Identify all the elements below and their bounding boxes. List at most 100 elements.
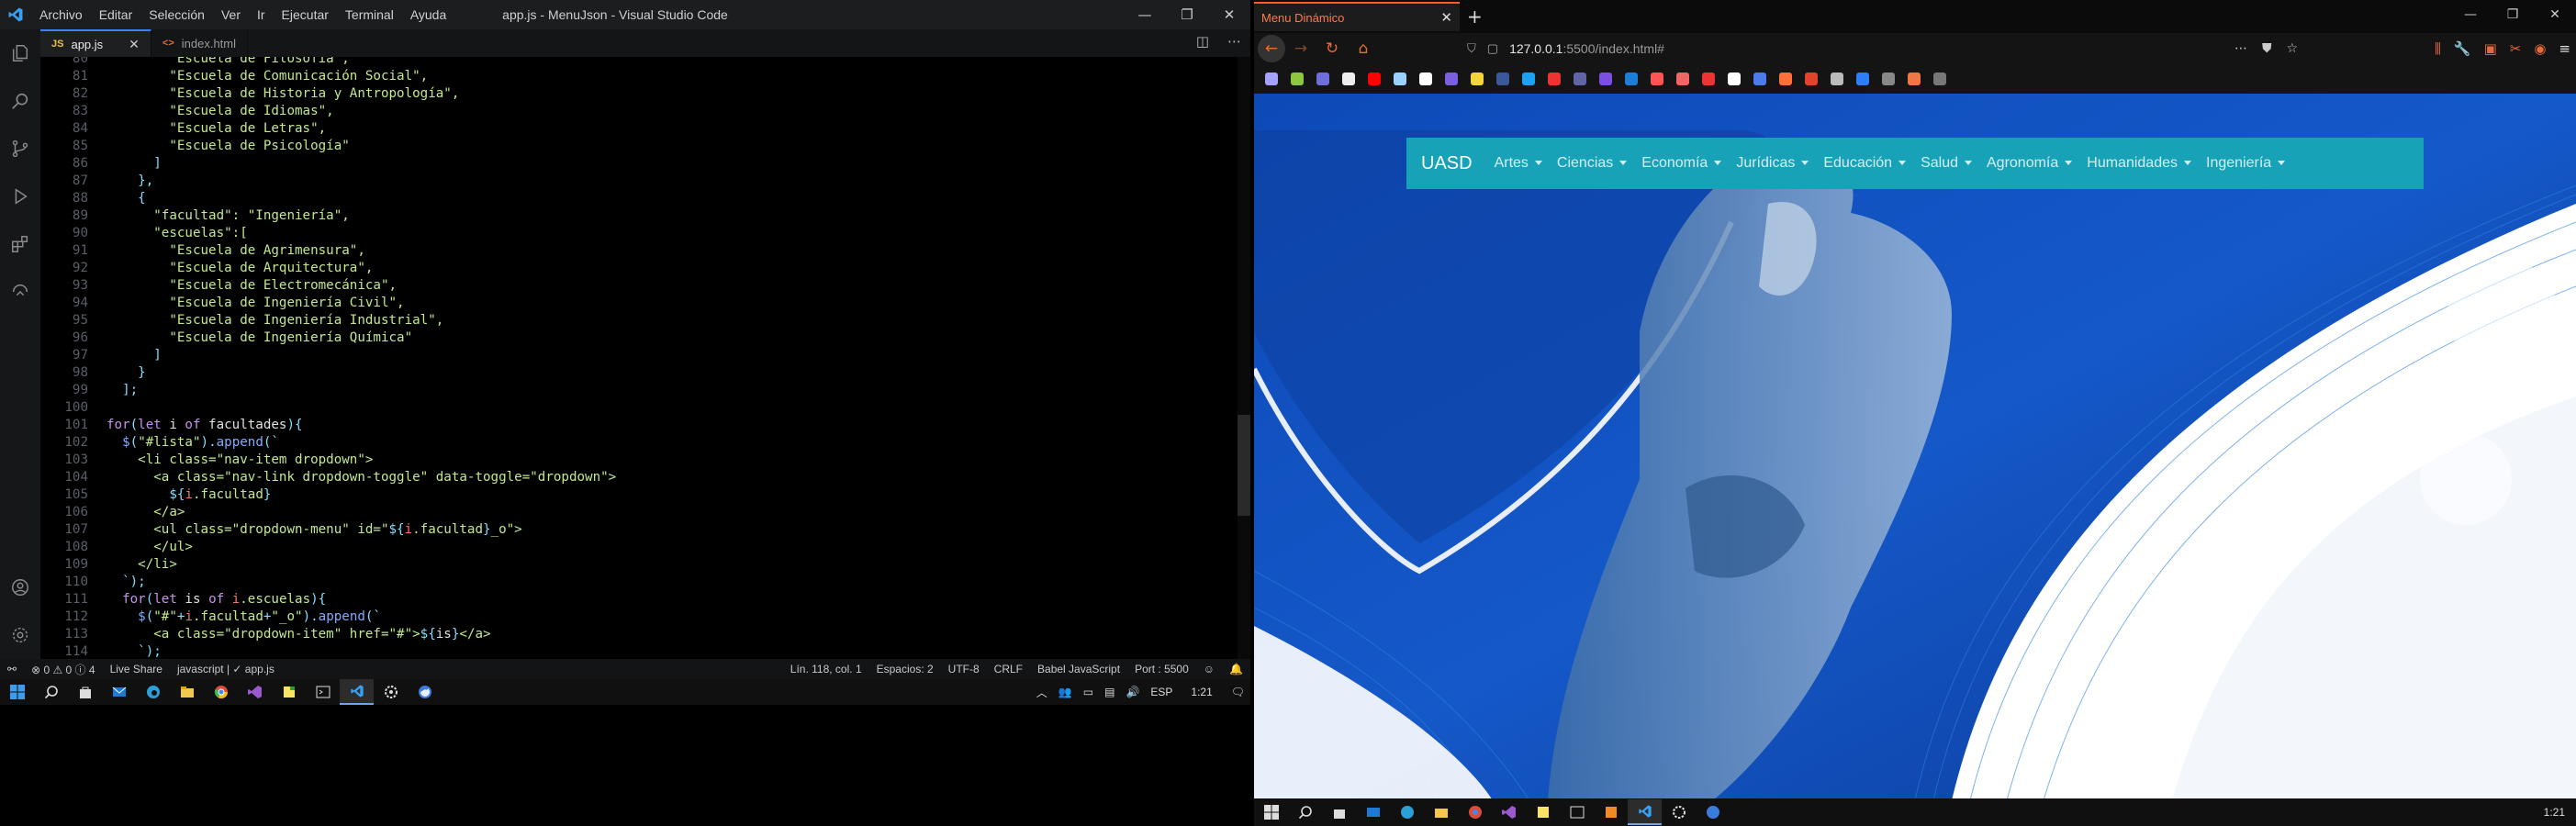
- code-line[interactable]: 89 "facultad": "Ingeniería",: [40, 207, 1250, 225]
- live-share-button[interactable]: Live Share: [103, 663, 170, 675]
- code-line[interactable]: 92 "Escuela de Arquitectura",: [40, 260, 1250, 277]
- visual-studio-icon[interactable]: [1492, 799, 1526, 825]
- menu-item-5[interactable]: Ejecutar: [274, 7, 337, 22]
- vscode-taskbar-icon[interactable]: [1628, 799, 1662, 825]
- library-icon[interactable]: ⫼: [2435, 40, 2441, 57]
- shield-icon[interactable]: ⛉: [1467, 41, 1476, 56]
- tray-chevron-icon[interactable]: ︿: [1031, 685, 1053, 700]
- bookmark-favicon-icon[interactable]: [1342, 73, 1355, 85]
- remote-icon[interactable]: ⚯: [0, 663, 24, 675]
- code-editor[interactable]: 80 "Escuela de Filosofía", 81 "Escuela de…: [40, 57, 1250, 659]
- minimize-icon[interactable]: —: [1124, 0, 1166, 29]
- bookmark-star-icon[interactable]: ☆: [2287, 41, 2299, 56]
- code-line[interactable]: 111 for(let is of i.escuelas){: [40, 591, 1250, 608]
- code-line[interactable]: 87 },: [40, 173, 1250, 190]
- bookmark-favicon-icon[interactable]: [1419, 73, 1432, 85]
- terminal-icon[interactable]: [1560, 799, 1594, 825]
- code-line[interactable]: 82 "Escuela de Historia y Antropología",: [40, 85, 1250, 103]
- code-line[interactable]: 98 }: [40, 364, 1250, 382]
- taskbar-search-icon[interactable]: [1288, 799, 1322, 825]
- store-icon[interactable]: [1322, 799, 1356, 825]
- live-server-port[interactable]: Port : 5500: [1127, 663, 1196, 675]
- chrome-icon[interactable]: [1458, 799, 1492, 825]
- extensions-icon[interactable]: [0, 220, 40, 268]
- code-line[interactable]: 93 "Escuela de Electromecánica",: [40, 277, 1250, 295]
- editor-tab[interactable]: JS app.js ✕: [40, 29, 151, 57]
- close-icon[interactable]: ✕: [1208, 0, 1250, 29]
- split-editor-icon[interactable]: ◫: [1196, 33, 1209, 50]
- profile-avatar-icon[interactable]: ◉: [2534, 40, 2546, 57]
- remote-explorer-icon[interactable]: [0, 268, 40, 316]
- editor-scrollbar[interactable]: [1238, 57, 1250, 659]
- code-line[interactable]: 81 "Escuela de Comunicación Social",: [40, 68, 1250, 85]
- code-line[interactable]: 99 ];: [40, 382, 1250, 399]
- page-info-icon[interactable]: ▢: [1487, 41, 1498, 56]
- pocket-icon[interactable]: ⛊: [2262, 41, 2272, 56]
- close-tab-icon[interactable]: ✕: [1440, 9, 1452, 26]
- close-tab-icon[interactable]: ✕: [129, 37, 140, 52]
- problems-indicator[interactable]: ⊗ 0 ⚠ 0 ⓘ 4: [24, 662, 103, 677]
- back-arrow-icon[interactable]: ←: [1258, 35, 1285, 62]
- nav-dropdown-2[interactable]: Economía: [1634, 155, 1729, 172]
- code-line[interactable]: 102 $("#lista").append(`: [40, 434, 1250, 452]
- bookmark-favicon-icon[interactable]: [1856, 73, 1869, 85]
- sidebar-icon[interactable]: ▣: [2484, 40, 2497, 57]
- store-icon[interactable]: [68, 679, 102, 705]
- volume-icon[interactable]: 🔊: [1120, 686, 1145, 698]
- code-line[interactable]: 109 </li>: [40, 556, 1250, 574]
- bookmark-favicon-icon[interactable]: [1291, 73, 1304, 85]
- start-windows-icon[interactable]: [1254, 799, 1288, 825]
- bookmark-favicon-icon[interactable]: [1548, 73, 1561, 85]
- navbar-brand[interactable]: UASD: [1406, 153, 1487, 174]
- nav-dropdown-1[interactable]: Ciencias: [1550, 155, 1634, 172]
- nav-dropdown-5[interactable]: Salud: [1913, 155, 1979, 172]
- terminal-icon[interactable]: [306, 679, 340, 705]
- nav-dropdown-8[interactable]: Ingeniería: [2199, 155, 2292, 172]
- nav-dropdown-4[interactable]: Educación: [1816, 155, 1913, 172]
- code-line[interactable]: 91 "Escuela de Agrimensura",: [40, 242, 1250, 260]
- code-line[interactable]: 83 "Escuela de Idiomas",: [40, 103, 1250, 120]
- sticky-notes-icon[interactable]: [1526, 799, 1560, 825]
- nav-dropdown-7[interactable]: Humanidades: [2079, 155, 2199, 172]
- code-line[interactable]: 88 {: [40, 190, 1250, 207]
- nav-dropdown-0[interactable]: Artes: [1487, 155, 1550, 172]
- menu-item-0[interactable]: Archivo: [31, 7, 91, 22]
- bookmark-favicon-icon[interactable]: [1882, 73, 1895, 85]
- mail-icon[interactable]: [1356, 799, 1390, 825]
- sticky-notes-icon[interactable]: [272, 679, 306, 705]
- bookmark-favicon-icon[interactable]: [1574, 73, 1586, 85]
- file-explorer-icon[interactable]: [1424, 799, 1458, 825]
- network-icon[interactable]: ▤: [1099, 686, 1120, 698]
- editor-tab[interactable]: <> index.html: [151, 29, 249, 57]
- bookmark-favicon-icon[interactable]: [1368, 73, 1381, 85]
- start-windows-icon[interactable]: [0, 679, 34, 705]
- bookmark-favicon-icon[interactable]: [1496, 73, 1509, 85]
- bookmark-favicon-icon[interactable]: [1265, 73, 1278, 85]
- mail-icon[interactable]: [102, 679, 136, 705]
- bookmark-favicon-icon[interactable]: [1676, 73, 1689, 85]
- people-icon[interactable]: 👥: [1053, 686, 1078, 698]
- input-language[interactable]: ESP: [1145, 686, 1178, 698]
- bookmark-favicon-icon[interactable]: [1445, 73, 1458, 85]
- code-line[interactable]: 110 `);: [40, 574, 1250, 591]
- bookmark-favicon-icon[interactable]: [1805, 73, 1818, 85]
- bookmark-favicon-icon[interactable]: [1933, 73, 1946, 85]
- notification-center-icon[interactable]: 🗨: [1226, 686, 1250, 698]
- code-line[interactable]: 113 <a class="dropdown-item" href="#">${…: [40, 626, 1250, 643]
- bookmark-favicon-icon[interactable]: [1522, 73, 1535, 85]
- code-line[interactable]: 103 <li class="nav-item dropdown">: [40, 452, 1250, 469]
- reload-icon[interactable]: ↻: [1316, 33, 1348, 64]
- battery-icon[interactable]: ▭: [1078, 686, 1099, 698]
- feedback-icon[interactable]: ☺: [1196, 663, 1222, 675]
- settings-icon[interactable]: [1662, 799, 1696, 825]
- settings-gear-icon[interactable]: [0, 611, 40, 659]
- close-icon[interactable]: ✕: [2534, 0, 2576, 29]
- more-actions-icon[interactable]: ⋯: [1227, 33, 1241, 50]
- menu-item-3[interactable]: Ver: [213, 7, 249, 22]
- language-check[interactable]: javascript | ✓ app.js: [170, 663, 282, 675]
- language-mode[interactable]: Babel JavaScript: [1030, 663, 1127, 675]
- taskbar-search-icon[interactable]: [34, 679, 68, 705]
- page-actions-icon[interactable]: ⋯: [2234, 41, 2247, 56]
- code-line[interactable]: 97 ]: [40, 347, 1250, 364]
- bookmark-favicon-icon[interactable]: [1316, 73, 1329, 85]
